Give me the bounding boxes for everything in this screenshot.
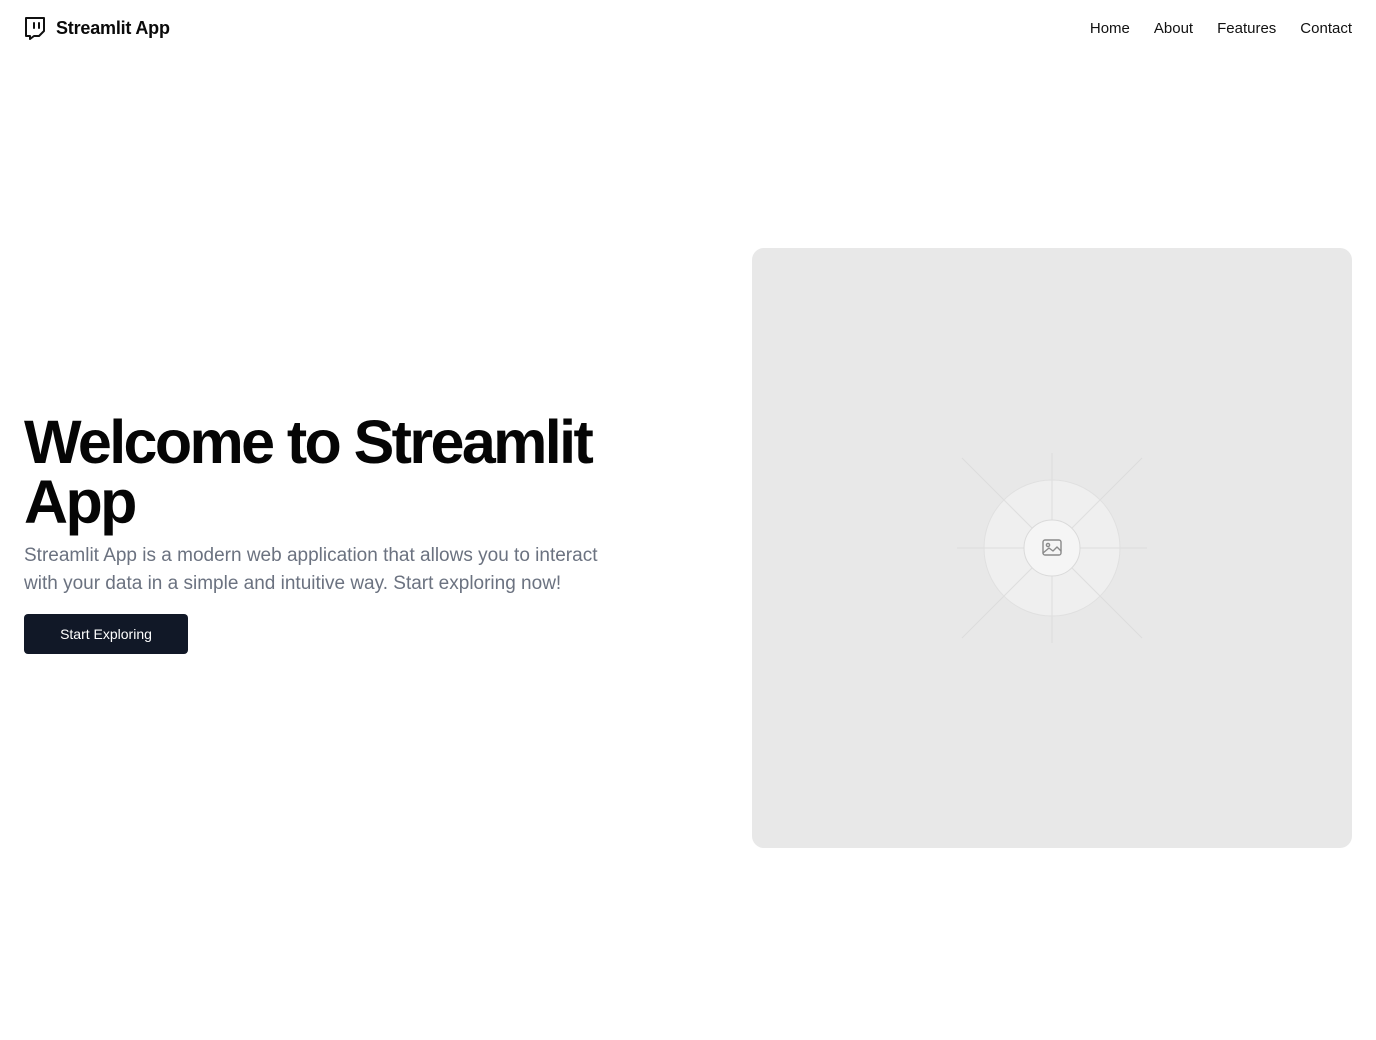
- nav-contact-link[interactable]: Contact: [1300, 20, 1352, 37]
- hero-description: Streamlit App is a modern web applicatio…: [24, 545, 598, 594]
- nav-home-link[interactable]: Home: [1090, 20, 1130, 37]
- start-exploring-button[interactable]: Start Exploring: [24, 614, 188, 654]
- placeholder-inner-circle: [1023, 519, 1081, 577]
- hero-image-placeholder: [752, 248, 1352, 848]
- hero-content: Welcome to Streamlit App Streamlit App i…: [24, 412, 624, 654]
- nav-about-link[interactable]: About: [1154, 20, 1193, 37]
- site-header: Streamlit App Home About Features Contac…: [0, 0, 1376, 56]
- placeholder-graphic: [957, 453, 1147, 643]
- brand-link[interactable]: Streamlit App: [24, 16, 170, 40]
- hero-title: Welcome to Streamlit App: [24, 408, 594, 536]
- twitch-icon: [24, 16, 46, 40]
- brand-name: Streamlit App: [56, 17, 170, 38]
- main-nav: Home About Features Contact: [1090, 20, 1352, 37]
- nav-features-link[interactable]: Features: [1217, 20, 1276, 37]
